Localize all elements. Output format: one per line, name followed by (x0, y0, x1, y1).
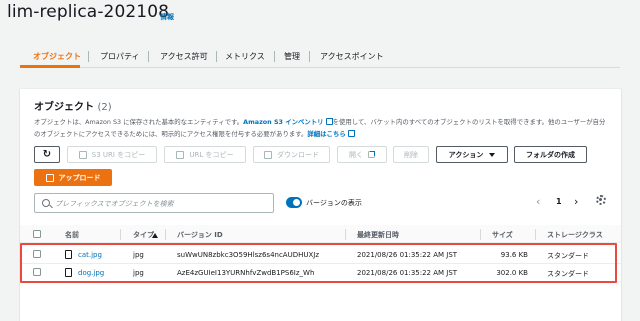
active-tab-indicator (20, 65, 80, 68)
tab-access-points[interactable]: アクセスポイント (320, 51, 384, 62)
current-page[interactable]: 1 (556, 197, 562, 206)
column-divider (165, 229, 166, 240)
learn-more-link[interactable]: 詳細はこちら (307, 130, 345, 138)
column-divider (480, 229, 481, 240)
tab-metrics[interactable]: メトリクス (225, 51, 265, 62)
copy-icon (176, 150, 185, 159)
column-divider (535, 229, 536, 240)
create-folder-button[interactable]: フォルダの作成 (514, 146, 587, 163)
tab-permissions[interactable]: アクセス許可 (160, 51, 208, 62)
column-last-modified[interactable]: 最終更新日時 (357, 230, 399, 240)
upload-button[interactable]: アップロード (34, 169, 112, 186)
open-button[interactable]: 開く (337, 146, 387, 163)
next-page-button[interactable]: › (574, 195, 578, 208)
external-link-icon (368, 151, 375, 158)
upload-label: アップロード (58, 173, 101, 182)
open-label: 開く (349, 150, 363, 159)
tab-objects[interactable]: オブジェクト (33, 51, 81, 62)
tab-divider (309, 51, 310, 62)
tab-properties[interactable]: プロパティ (100, 51, 140, 62)
bucket-title: lim-replica-202108 (7, 2, 170, 22)
column-type[interactable]: タイプ (133, 230, 154, 240)
column-divider (345, 229, 346, 240)
delete-button[interactable]: 削除 (393, 146, 429, 163)
tab-divider (148, 51, 149, 62)
tab-divider (274, 51, 275, 62)
actions-dropdown[interactable]: アクション (436, 146, 508, 163)
download-icon (264, 150, 272, 159)
show-versions-label: バージョンの表示 (306, 199, 362, 207)
refresh-button[interactable]: ↻ (34, 146, 60, 163)
object-count: (2) (97, 102, 112, 113)
upload-icon (45, 173, 54, 182)
description-text: オブジェクトは、Amazon S3 に保存された基本的なエンティティです。 (34, 118, 244, 126)
highlight-annotation (20, 243, 617, 283)
column-divider (120, 229, 121, 240)
inventory-link[interactable]: Amazon S3 インベントリ (243, 118, 323, 126)
column-version-id[interactable]: バージョン ID (177, 230, 223, 240)
copy-s3-uri-button[interactable]: S3 URI をコピー (67, 146, 157, 163)
search-icon (42, 199, 50, 207)
external-link-icon (325, 118, 333, 125)
download-button[interactable]: ダウンロード (253, 146, 330, 163)
copy-url-button[interactable]: URL をコピー (164, 146, 246, 163)
previous-page-button[interactable]: ‹ (536, 195, 540, 208)
copy-url-label: URL をコピー (189, 150, 234, 159)
delete-label: 削除 (404, 150, 418, 159)
search-placeholder: プレフィックスでオブジェクトを検索 (55, 200, 174, 208)
tab-management[interactable]: 管理 (284, 51, 300, 62)
show-versions-toggle[interactable] (286, 197, 302, 208)
external-link-icon (347, 130, 355, 137)
info-link[interactable]: 情報 (160, 12, 174, 22)
column-name[interactable]: 名前 (65, 230, 79, 240)
select-all-checkbox[interactable] (33, 230, 41, 238)
download-label: ダウンロード (277, 150, 319, 159)
refresh-icon: ↻ (42, 149, 52, 160)
tab-divider (88, 51, 89, 62)
tab-divider (216, 51, 217, 62)
copy-icon (78, 150, 87, 159)
tab-bar: オブジェクト プロパティ アクセス許可 メトリクス 管理 アクセスポイント (20, 44, 620, 68)
panel-description: オブジェクトは、Amazon S3 に保存された基本的なエンティティです。Ama… (34, 116, 609, 140)
column-storage-class[interactable]: ストレージクラス (547, 230, 603, 240)
search-input[interactable]: プレフィックスでオブジェクトを検索 (34, 193, 274, 213)
panel-title: オブジェクト (2) (34, 98, 112, 113)
create-folder-label: フォルダの作成 (526, 150, 575, 159)
chevron-down-icon (489, 152, 496, 157)
gear-icon[interactable] (596, 195, 606, 205)
copy-s3-uri-label: S3 URI をコピー (91, 150, 146, 159)
actions-label: アクション (448, 150, 484, 159)
column-size[interactable]: サイズ (492, 230, 513, 240)
panel-title-text: オブジェクト (34, 102, 94, 113)
table-header: 名前 タイプ バージョン ID 最終更新日時 サイズ ストレージクラス (20, 225, 621, 243)
